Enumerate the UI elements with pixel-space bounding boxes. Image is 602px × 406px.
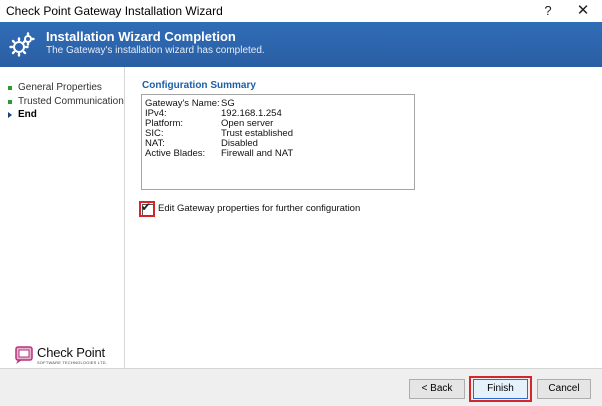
configuration-summary-title: Configuration Summary: [142, 80, 256, 91]
header-title: Installation Wizard Completion: [46, 29, 236, 44]
step-trusted-communication: Trusted Communication: [8, 96, 124, 107]
window-title: Check Point Gateway Installation Wizard: [6, 4, 223, 18]
step-label: General Properties: [18, 82, 102, 93]
cancel-button[interactable]: Cancel: [537, 379, 591, 399]
step-label: Trusted Communication: [18, 96, 124, 107]
check-point-logo-icon: [15, 346, 33, 364]
check-point-logo: Check Point SOFTWARE TECHNOLOGIES LTD.: [15, 345, 115, 367]
help-button[interactable]: ?: [536, 2, 560, 20]
step-end: End: [8, 109, 37, 120]
step-done-bullet-icon: [8, 99, 12, 104]
close-button[interactable]: ✕: [571, 2, 595, 20]
finish-button[interactable]: Finish: [473, 379, 528, 399]
finish-highlight: Finish: [469, 376, 532, 402]
step-done-bullet-icon: [8, 85, 12, 90]
header-subtitle: The Gateway's installation wizard has co…: [46, 45, 265, 56]
edit-gateway-checkbox[interactable]: ✔: [139, 200, 155, 217]
wizard-footer: < Back Finish Cancel: [0, 368, 602, 406]
checkmark-icon: ✔: [141, 200, 152, 214]
step-general-properties: General Properties: [8, 82, 102, 93]
configuration-summary-box[interactable]: Gateway's Name: SG IPv4: 192.168.1.254 P…: [141, 94, 415, 190]
wizard-steps-sidebar: General Properties Trusted Communication…: [0, 67, 125, 368]
window-title-bar: Check Point Gateway Installation Wizard …: [0, 0, 602, 22]
step-label: End: [18, 109, 37, 120]
logo-wordmark: Check Point: [37, 345, 105, 360]
logo-tagline: SOFTWARE TECHNOLOGIES LTD.: [37, 360, 108, 365]
wizard-content: Configuration Summary Gateway's Name: SG…: [125, 67, 602, 368]
gears-icon: [9, 32, 35, 57]
edit-gateway-checkbox-label[interactable]: Edit Gateway properties for further conf…: [158, 203, 360, 214]
wizard-header: Installation Wizard Completion The Gatew…: [0, 22, 602, 67]
summary-value: Firewall and NAT: [221, 148, 294, 159]
current-step-arrow-icon: [8, 111, 12, 118]
summary-key: Active Blades:: [145, 148, 206, 159]
back-button[interactable]: < Back: [409, 379, 465, 399]
